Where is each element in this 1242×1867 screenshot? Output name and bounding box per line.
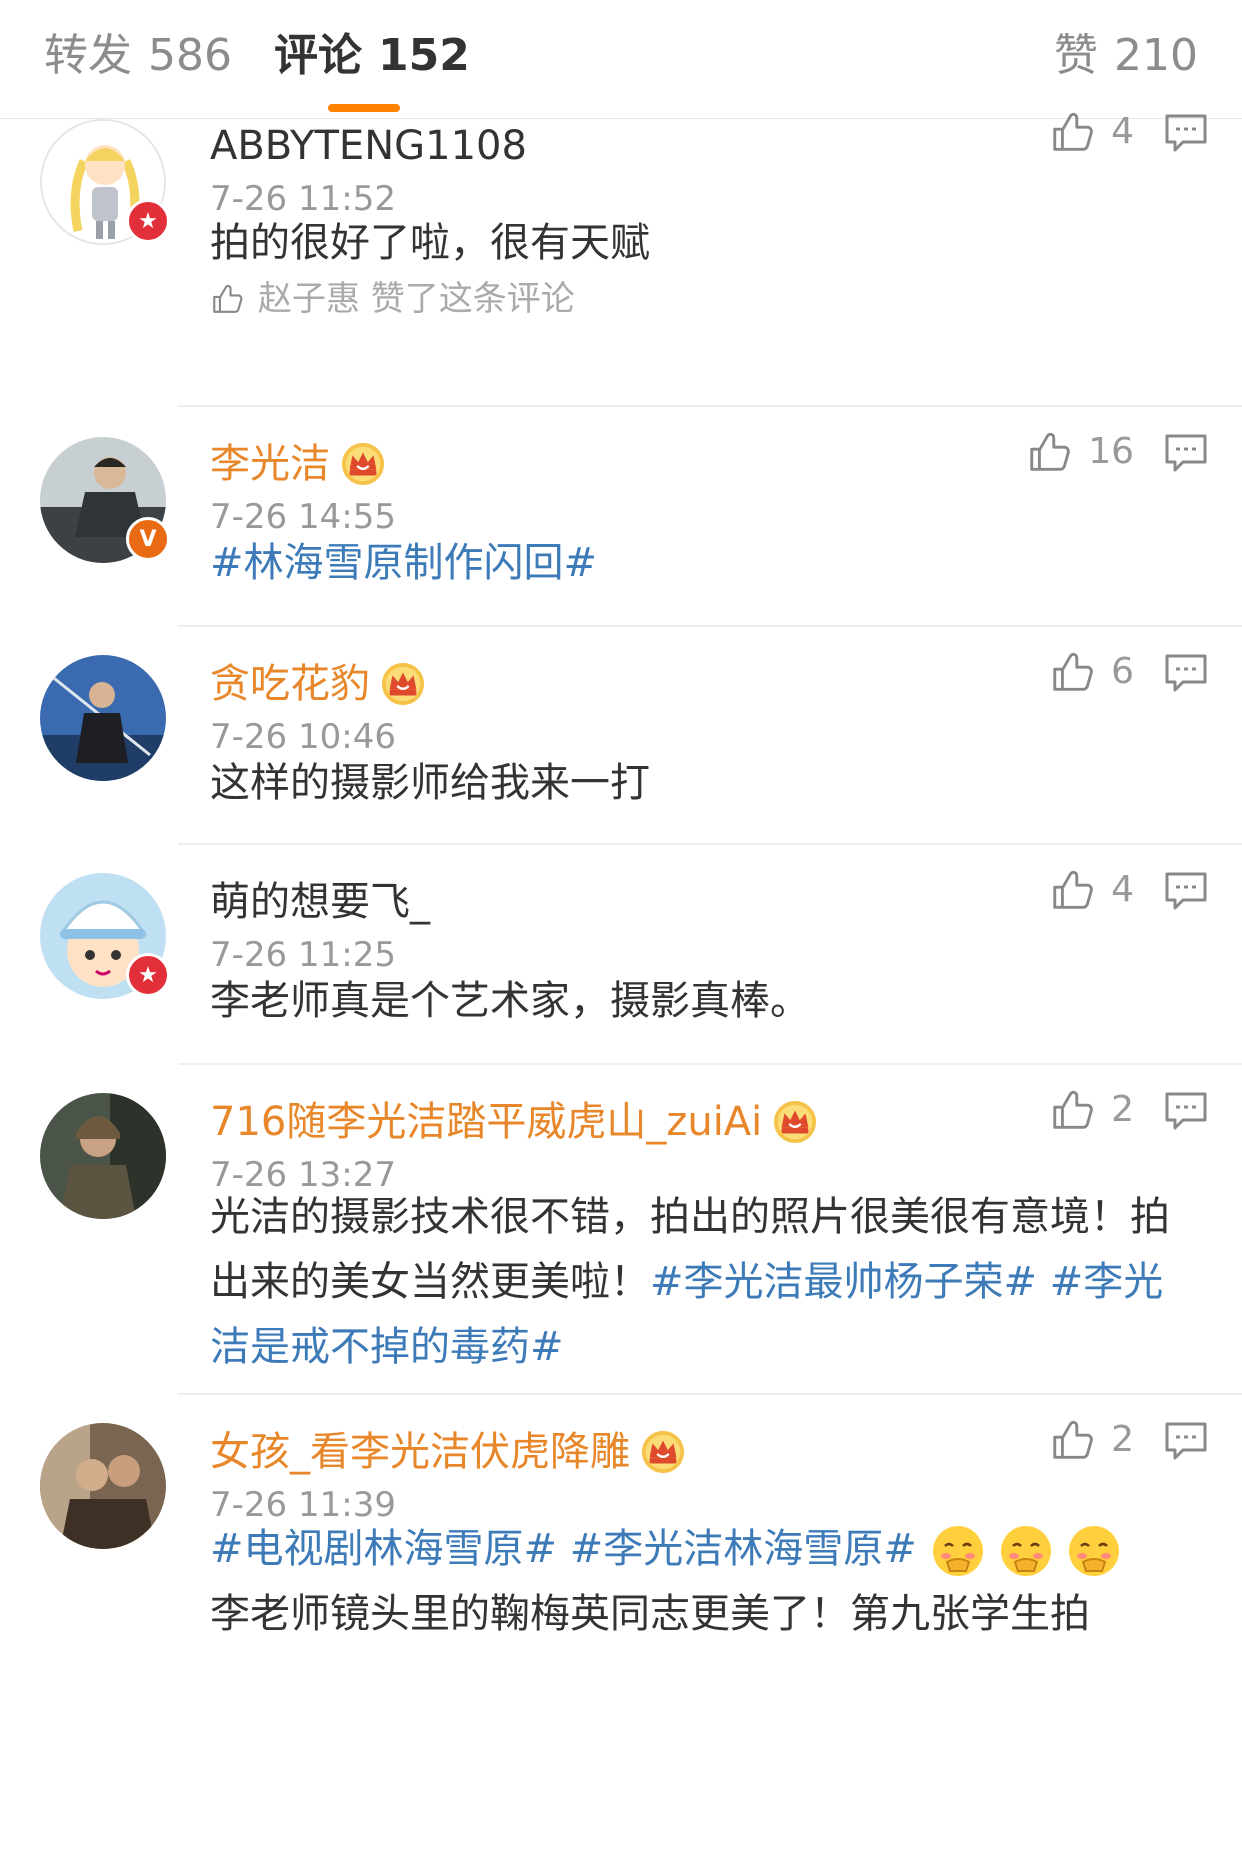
- comment-item: 贪吃花豹 7-26 10:46 这样的摄影师给我来一打 6: [0, 627, 1242, 845]
- hashtag-link[interactable]: #林海雪原制作闪回#: [210, 540, 597, 586]
- reply-button[interactable]: [1162, 429, 1210, 477]
- hashtag-link[interactable]: #李光洁最帅杨子荣#: [650, 1259, 1037, 1305]
- comment-username-text: 李光洁: [210, 441, 330, 487]
- comment-text: #林海雪原制作闪回#: [210, 531, 1190, 596]
- comment-text: 这样的摄影师给我来一打: [210, 760, 650, 806]
- like-button[interactable]: 4: [1049, 109, 1134, 155]
- comment-item: 女孩_看李光洁伏虎降雕 7-26 11:39 #电视剧林海雪原# #李光洁林海雪…: [0, 1395, 1242, 1635]
- vip-crown-icon: [640, 1429, 686, 1475]
- avatar[interactable]: [40, 655, 166, 781]
- comment-item: V 李光洁 7-26 14:55 #林海雪原制作闪回# 16: [0, 407, 1242, 627]
- reply-button[interactable]: [1162, 867, 1210, 915]
- tab-reposts-count: 586: [148, 30, 232, 81]
- liked-by-note: 赵子惠 赞了这条评论: [210, 277, 575, 321]
- comment-list: ★ ABBYTENG1108 7-26 11:52 拍的很好了啦，很有天赋 赵子…: [0, 111, 1242, 1635]
- comment-username-text: 女孩_看李光洁伏虎降雕: [210, 1429, 630, 1475]
- comment-text: 拍的很好了啦，很有天赋: [210, 220, 650, 266]
- comment-item: ★ ABBYTENG1108 7-26 11:52 拍的很好了啦，很有天赋 赵子…: [0, 111, 1242, 407]
- avatar-image: [40, 1093, 166, 1219]
- tab-comments-label: 评论: [274, 30, 362, 81]
- comment-username[interactable]: 716随李光洁踏平威虎山_zuiAi: [210, 1095, 818, 1149]
- reply-button[interactable]: [1162, 649, 1210, 697]
- vip-crown-icon: [380, 661, 426, 707]
- avatar[interactable]: ★: [40, 873, 170, 999]
- thumbs-up-icon: [1049, 867, 1095, 913]
- like-button[interactable]: 2: [1049, 1087, 1134, 1133]
- vip-crown-icon: [772, 1099, 818, 1145]
- comment-text: #电视剧林海雪原# #李光洁林海雪原# 李老师镜头里的鞠梅英同志更美了！第九张学…: [210, 1517, 1190, 1635]
- thumbs-up-icon: [1049, 649, 1095, 695]
- like-button[interactable]: 4: [1049, 867, 1134, 913]
- like-count: 2: [1111, 1089, 1134, 1130]
- hashtag-link[interactable]: #电视剧林海雪原#: [210, 1526, 557, 1572]
- active-tab-indicator: [328, 104, 400, 112]
- shy-face-emoji-icon: [931, 1524, 985, 1578]
- comment-text-body: 李老师镜头里的鞠梅英同志更美了！第九张学生拍: [210, 1591, 1090, 1635]
- tab-likes-count: 210: [1114, 30, 1198, 81]
- like-button[interactable]: 6: [1049, 649, 1134, 695]
- like-count: 16: [1088, 431, 1134, 472]
- comment-item: 716随李光洁踏平威虎山_zuiAi 7-26 13:27 光洁的摄影技术很不错…: [0, 1065, 1242, 1395]
- hashtag-link[interactable]: #李光洁林海雪原#: [570, 1526, 917, 1572]
- like-button[interactable]: 2: [1049, 1417, 1134, 1463]
- tab-comments-count: 152: [378, 30, 470, 81]
- tab-reposts[interactable]: 转发 586: [44, 26, 232, 86]
- thumbs-up-icon: [1049, 1417, 1095, 1463]
- avatar[interactable]: ★: [40, 119, 170, 245]
- comment-username[interactable]: 女孩_看李光洁伏虎降雕: [210, 1425, 686, 1479]
- avatar-image: [40, 1423, 166, 1549]
- reply-comment-icon: [1162, 1087, 1210, 1135]
- comment-username-text: 716随李光洁踏平威虎山_zuiAi: [210, 1099, 763, 1145]
- reply-button[interactable]: [1162, 1087, 1210, 1135]
- reply-button[interactable]: [1162, 109, 1210, 157]
- thumbs-up-icon: [1049, 109, 1095, 155]
- reply-button[interactable]: [1162, 1417, 1210, 1465]
- reply-comment-icon: [1162, 649, 1210, 697]
- shy-face-emoji-icon: [1067, 1524, 1121, 1578]
- tab-likes-label: 赞: [1054, 30, 1099, 81]
- reply-comment-icon: [1162, 109, 1210, 157]
- like-count: 4: [1111, 111, 1134, 152]
- verified-v-badge-icon: V: [126, 517, 170, 561]
- comment-tab-bar: 转发 586 评论 152 赞 210: [0, 0, 1242, 119]
- comment-username[interactable]: 李光洁: [210, 437, 386, 491]
- avatar[interactable]: [40, 1423, 166, 1549]
- thumbs-up-small-icon: [210, 282, 244, 316]
- thumbs-up-icon: [1026, 429, 1072, 475]
- avatar[interactable]: V: [40, 437, 170, 563]
- like-count: 2: [1111, 1419, 1134, 1460]
- comment-username[interactable]: 萌的想要飞_: [210, 875, 430, 929]
- like-button[interactable]: 16: [1026, 429, 1134, 475]
- avatar[interactable]: [40, 1093, 166, 1219]
- member-star-badge-icon: ★: [126, 199, 170, 243]
- like-count: 4: [1111, 869, 1134, 910]
- comment-username[interactable]: 贪吃花豹: [210, 657, 426, 711]
- thumbs-up-icon: [1049, 1087, 1095, 1133]
- comment-text: 李老师真是个艺术家，摄影真棒。: [210, 978, 810, 1024]
- reply-comment-icon: [1162, 429, 1210, 477]
- comment-item: ★ 萌的想要飞_ 7-26 11:25 李老师真是个艺术家，摄影真棒。 4: [0, 845, 1242, 1065]
- avatar-image: [40, 655, 166, 781]
- reply-comment-icon: [1162, 1417, 1210, 1465]
- vip-crown-icon: [340, 441, 386, 487]
- comment-text: 光洁的摄影技术很不错，拍出的照片很美很有意境！拍出来的美女当然更美啦！#李光洁最…: [210, 1185, 1190, 1380]
- liked-by-text: 赵子惠 赞了这条评论: [258, 279, 575, 319]
- comment-username[interactable]: ABBYTENG1108: [210, 119, 527, 173]
- comment-username-text: 贪吃花豹: [210, 661, 370, 707]
- member-star-badge-icon: ★: [126, 953, 170, 997]
- reply-comment-icon: [1162, 867, 1210, 915]
- like-count: 6: [1111, 651, 1134, 692]
- tab-comments[interactable]: 评论 152: [274, 26, 470, 86]
- shy-face-emoji-icon: [999, 1524, 1053, 1578]
- tab-likes[interactable]: 赞 210: [1054, 26, 1198, 86]
- tab-reposts-label: 转发: [44, 30, 132, 81]
